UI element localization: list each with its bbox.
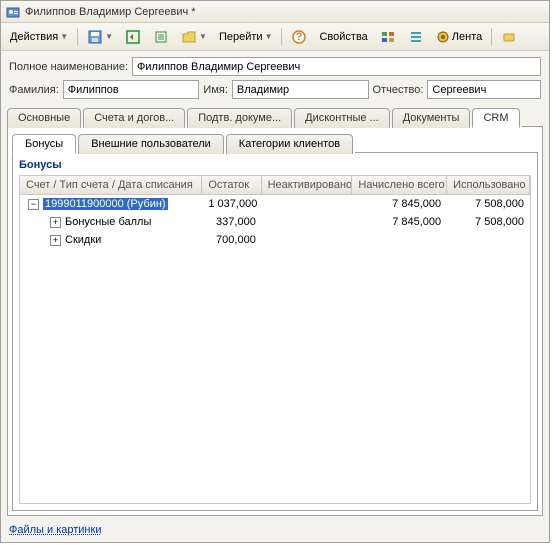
files-link[interactable]: Файлы и картинки (9, 524, 101, 536)
col-used[interactable]: Использовано (447, 176, 530, 194)
footer: Файлы и картинки (1, 520, 549, 542)
col-inactive[interactable]: Неактивировано (262, 176, 353, 194)
full-name-field[interactable] (132, 57, 541, 76)
firstname-label: Имя: (203, 84, 227, 96)
middlename-label: Отчество: (373, 84, 424, 96)
lines-icon[interactable] (403, 26, 429, 48)
cell-used: 7 508,000 (447, 215, 530, 229)
tab-content: Бонусы Внешние пользователи Категории кл… (7, 127, 543, 516)
cell-accrued: 7 845,000 (352, 197, 447, 211)
grid-header: Счет / Тип счета / Дата списания Остаток… (20, 176, 530, 195)
help-icon[interactable]: ? (286, 26, 312, 48)
full-name-label: Полное наименование: (9, 61, 128, 73)
section-title: Бонусы (19, 159, 531, 171)
inner-tab-client-categories[interactable]: Категории клиентов (226, 134, 353, 154)
table-row[interactable]: −1999011900000 (Рубин) 1 037,000 7 845,000… (20, 195, 530, 213)
categories-icon[interactable] (375, 26, 401, 48)
cell-inactive (262, 221, 353, 223)
row-name: Бонусные баллы (65, 216, 151, 228)
list-icon[interactable] (148, 26, 174, 48)
window-title: Филиппов Владимир Сергеевич * (25, 6, 196, 18)
expander-icon[interactable]: + (50, 217, 61, 228)
form-area: Полное наименование: Фамилия: Имя: Отчес… (1, 51, 549, 107)
cell-accrued (353, 239, 448, 241)
actions-menu[interactable]: Действия▼ (5, 26, 73, 48)
outer-tabs: Основные Счета и догов... Подтв. докуме.… (1, 107, 549, 127)
inner-tab-external-users[interactable]: Внешние пользователи (78, 134, 224, 154)
tab-crm[interactable]: CRM (472, 108, 519, 128)
properties-button[interactable]: Свойства (314, 26, 372, 48)
row-name: Скидки (65, 234, 101, 246)
titlebar: Филиппов Владимир Сергеевич * (1, 1, 549, 23)
feed-button[interactable]: Лента (431, 26, 487, 48)
lastname-field[interactable] (63, 80, 200, 99)
tab-confirm-docs[interactable]: Подтв. докуме... (187, 108, 292, 128)
tab-discount[interactable]: Дисконтные ... (294, 108, 390, 128)
tab-accounts[interactable]: Счета и догов... (83, 108, 185, 128)
refresh-icon[interactable] (120, 26, 146, 48)
table-row[interactable]: + Скидки 700,000 (20, 231, 530, 249)
grid: Счет / Тип счета / Дата списания Остаток… (19, 175, 531, 504)
col-balance[interactable]: Остаток (202, 176, 261, 194)
lastname-label: Фамилия: (9, 84, 59, 96)
attach-icon[interactable] (496, 26, 522, 48)
expander-icon[interactable]: − (28, 199, 39, 210)
tab-main[interactable]: Основные (7, 108, 81, 128)
table-row[interactable]: + Бонусные баллы 337,000 7 845,0007 508,000 (20, 213, 530, 231)
expander-icon[interactable]: + (50, 235, 61, 246)
cell-inactive (262, 203, 353, 205)
cell-balance: 337,000 (203, 215, 262, 229)
cell-used: 7 508,000 (447, 197, 530, 211)
inner-tab-bonuses[interactable]: Бонусы (12, 134, 76, 154)
col-account[interactable]: Счет / Тип счета / Дата списания (20, 176, 202, 194)
cell-inactive (262, 239, 353, 241)
col-accrued[interactable]: Начислено всего (352, 176, 447, 194)
cell-balance: 700,000 (203, 233, 262, 247)
cell-balance: 1 037,000 (202, 197, 261, 211)
firstname-field[interactable] (232, 80, 369, 99)
toolbar: Действия▼ ▼ ▼ Перейти▼ ? Свойства Лента (1, 23, 549, 51)
row-name: 1999011900000 (Рубин) (43, 198, 168, 210)
cell-accrued: 7 845,000 (353, 215, 448, 229)
svg-text:?: ? (296, 31, 303, 43)
grid-body: −1999011900000 (Рубин) 1 037,000 7 845,000… (20, 195, 530, 249)
folder-icon[interactable]: ▼ (176, 26, 212, 48)
inner-tabs: Бонусы Внешние пользователи Категории кл… (12, 133, 538, 153)
tab-documents[interactable]: Документы (392, 108, 471, 128)
inner-content: Бонусы Счет / Тип счета / Дата списания … (12, 153, 538, 511)
cell-used (447, 239, 530, 241)
save-icon[interactable]: ▼ (82, 26, 118, 48)
goto-menu[interactable]: Перейти▼ (214, 26, 278, 48)
card-icon (5, 4, 21, 20)
middlename-field[interactable] (427, 80, 541, 99)
